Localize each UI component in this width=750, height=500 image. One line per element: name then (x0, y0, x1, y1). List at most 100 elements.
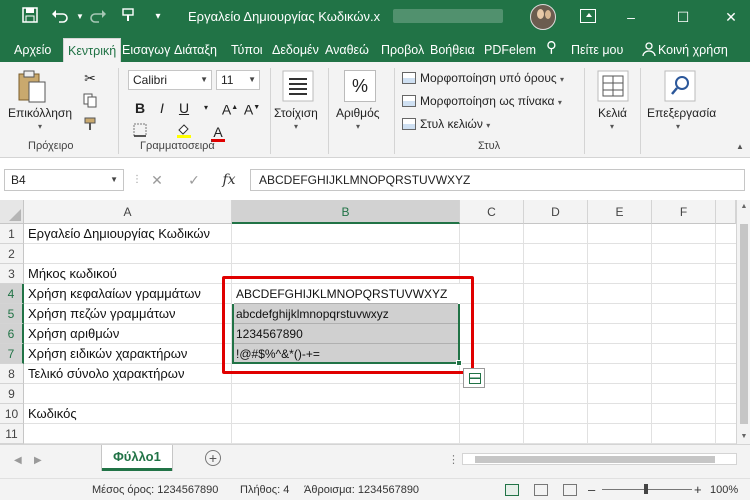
cell-a5[interactable]: Χρήση πεζών γραμμάτων (28, 304, 176, 324)
spreadsheet-grid[interactable]: A B C D E F 1 2 3 4 5 6 7 8 9 10 11 12 Ε… (0, 200, 750, 444)
cells-dropdown-icon[interactable]: ▾ (610, 122, 614, 131)
row-header[interactable]: 1 (0, 224, 24, 244)
ribbon-display-options-icon[interactable] (580, 9, 596, 23)
underline-dropdown-icon[interactable]: ▾ (196, 98, 216, 118)
scroll-down-icon[interactable]: ▼ (739, 432, 749, 442)
format-painter-qa-icon[interactable] (118, 7, 138, 27)
decrease-font-icon[interactable]: A▼ (242, 98, 262, 118)
normal-view-icon[interactable] (505, 484, 519, 496)
redo-icon[interactable] (88, 7, 108, 27)
bold-button[interactable]: B (130, 98, 150, 118)
conditional-formatting-button[interactable]: Μορφοποίηση υπό όρους ▾ (402, 68, 564, 88)
tab-tell-me[interactable]: Πείτε μου (569, 38, 625, 62)
row-header[interactable]: 6 (0, 324, 24, 344)
zoom-out-button[interactable]: – (588, 482, 595, 497)
save-icon[interactable] (20, 7, 40, 27)
cell-a8[interactable]: Τελικό σύνολο χαρακτήρων (28, 364, 184, 384)
cell-styles-button[interactable]: Στυλ κελιών ▾ (402, 114, 490, 134)
editing-dropdown-icon[interactable]: ▾ (676, 122, 680, 131)
row-header[interactable]: 2 (0, 244, 24, 264)
zoom-slider-thumb[interactable] (644, 484, 648, 494)
tab-share[interactable]: Κοινή χρήση (656, 38, 730, 62)
minimize-button[interactable]: – (618, 4, 644, 30)
collapse-ribbon-icon[interactable]: ▲ (736, 142, 744, 151)
row-header[interactable]: 8 (0, 364, 24, 384)
tab-pdfelement[interactable]: PDFelem (482, 38, 538, 62)
quick-analysis-icon[interactable] (463, 368, 485, 388)
customize-qa-icon[interactable]: ▾ (148, 7, 168, 27)
font-name-select[interactable]: Calibri ▼ (128, 70, 212, 90)
tab-split-handle-icon[interactable]: ⋮ (448, 453, 459, 466)
font-color-button[interactable]: A (208, 122, 228, 142)
vertical-scrollbar[interactable]: ▲ ▼ (736, 200, 750, 444)
tab-help[interactable]: Βοήθεια (428, 38, 477, 62)
tab-formulas[interactable]: Τύποι (229, 38, 265, 62)
column-header-d[interactable]: D (524, 200, 588, 224)
row-header[interactable]: 10 (0, 404, 24, 424)
paste-button[interactable]: Επικόλληση (8, 106, 72, 120)
zoom-in-button[interactable]: + (694, 482, 702, 497)
add-sheet-button[interactable]: + (205, 450, 221, 466)
cells-icon[interactable] (597, 70, 629, 102)
column-header-e[interactable]: E (588, 200, 652, 224)
cell-a10[interactable]: Κωδικός (28, 404, 77, 424)
select-all-button[interactable] (0, 200, 24, 224)
number-button[interactable]: Αριθμός (336, 106, 380, 120)
font-size-select[interactable]: 11 ▼ (216, 70, 260, 90)
maximize-button[interactable]: ☐ (670, 4, 696, 30)
cells-button[interactable]: Κελιά (598, 106, 627, 120)
paste-dropdown-icon[interactable]: ▾ (38, 122, 42, 131)
undo-dropdown-icon[interactable]: ▼ (70, 7, 90, 27)
formula-input[interactable]: ABCDEFGHIJKLMNOPQRSTUVWXYZ (250, 169, 745, 191)
tab-view[interactable]: Προβολ (379, 38, 426, 62)
format-as-table-button[interactable]: Μορφοποίηση ως πίνακα ▾ (402, 91, 562, 111)
tab-page-layout[interactable]: Διάταξη (172, 38, 219, 62)
tab-home[interactable]: Κεντρική (63, 38, 122, 62)
cell-a1[interactable]: Εργαλείο Δημιουργίας Κωδικών (28, 224, 210, 244)
search-icon[interactable] (664, 70, 696, 102)
column-header-c[interactable]: C (460, 200, 524, 224)
zoom-level[interactable]: 100% (710, 484, 738, 496)
horizontal-scrollbar[interactable] (462, 453, 737, 465)
format-painter-icon[interactable] (80, 116, 100, 136)
number-dropdown-icon[interactable]: ▾ (356, 122, 360, 131)
cancel-edit-icon[interactable]: ✕ (148, 171, 166, 189)
row-header[interactable]: 7 (0, 344, 24, 364)
scrollbar-thumb[interactable] (475, 456, 715, 463)
row-header[interactable]: 3 (0, 264, 24, 284)
cut-icon[interactable]: ✂ (80, 68, 100, 88)
tab-data[interactable]: Δεδομέν (270, 38, 321, 62)
cell-a6[interactable]: Χρήση αριθμών (28, 324, 119, 344)
editing-button[interactable]: Επεξεργασία (647, 106, 716, 120)
borders-icon[interactable] (130, 122, 150, 142)
alignment-dropdown-icon[interactable]: ▾ (294, 122, 298, 131)
alignment-icon[interactable] (282, 70, 314, 102)
column-header-b[interactable]: B (232, 200, 460, 224)
close-button[interactable]: ✕ (718, 4, 744, 30)
undo-icon[interactable] (50, 7, 70, 27)
alignment-button[interactable]: Στοίχιση (274, 106, 318, 120)
row-header[interactable]: 5 (0, 304, 24, 324)
cell-a7[interactable]: Χρήση ειδικών χαρακτήρων (28, 344, 187, 364)
tab-file[interactable]: Αρχείο (12, 38, 53, 62)
next-sheet-icon[interactable]: ▶ (34, 455, 42, 466)
avatar[interactable] (530, 4, 556, 30)
page-layout-view-icon[interactable] (534, 484, 548, 496)
column-header-f[interactable]: F (652, 200, 716, 224)
insert-function-button[interactable]: fx (220, 171, 238, 189)
increase-font-icon[interactable]: A▲ (220, 98, 240, 118)
row-header[interactable]: 4 (0, 284, 24, 304)
prev-sheet-icon[interactable]: ◀ (14, 455, 22, 466)
column-header-a[interactable]: A (24, 200, 232, 224)
tab-review[interactable]: Αναθεώ (323, 38, 371, 62)
italic-button[interactable]: I (152, 98, 172, 118)
cell-a4[interactable]: Χρήση κεφαλαίων γραμμάτων (28, 284, 201, 304)
row-header[interactable]: 11 (0, 424, 24, 444)
sheet-tab[interactable]: Φύλλο1 (102, 445, 172, 471)
underline-button[interactable]: U (174, 98, 194, 118)
confirm-edit-icon[interactable]: ✓ (185, 171, 203, 189)
lightbulb-icon[interactable]: ⚲ (544, 36, 559, 60)
fill-color-icon[interactable] (174, 122, 194, 142)
page-break-view-icon[interactable] (563, 484, 577, 496)
column-header-g[interactable] (716, 200, 736, 224)
